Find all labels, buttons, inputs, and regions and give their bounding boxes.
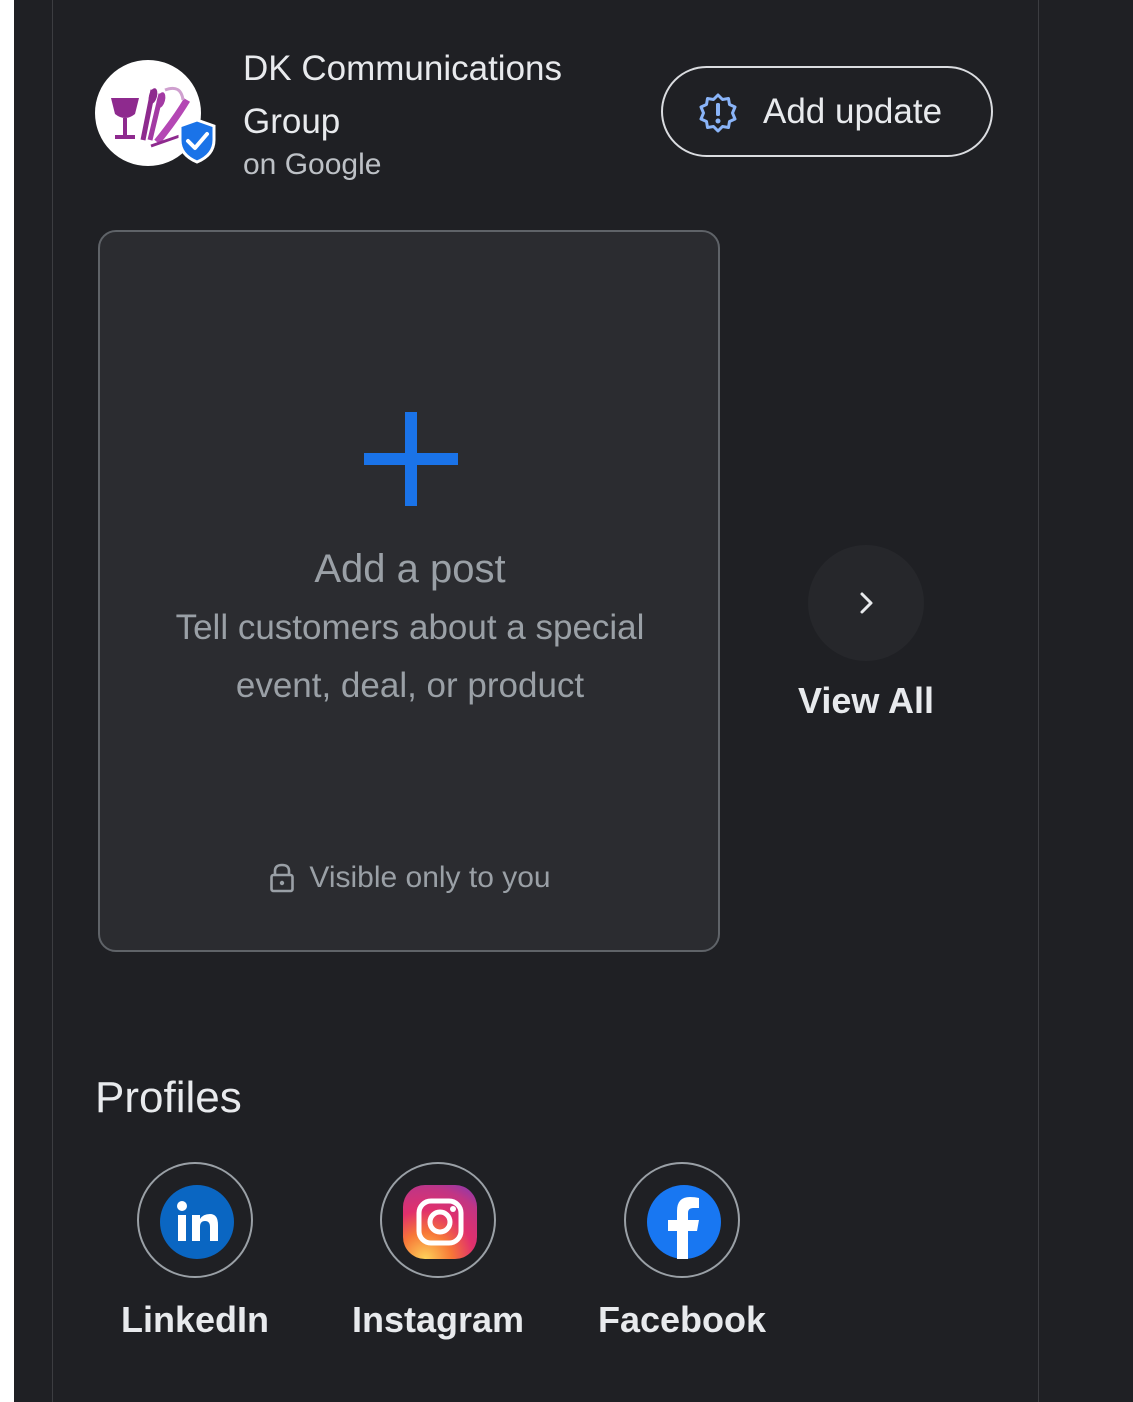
add-update-button[interactable]: Add update [661,66,993,157]
chevron-right-icon [860,592,873,614]
profile-label: LinkedIn [120,1299,269,1340]
profile-facebook[interactable]: Facebook [567,1162,797,1352]
profiles-heading: Profiles [95,1073,242,1122]
business-name: DK Communications Group [243,49,562,141]
add-post-title: Add a post [314,547,506,591]
business-avatar[interactable] [95,60,220,168]
lock-icon [269,862,295,894]
view-all-button[interactable] [808,545,924,661]
panel-divider-left [52,0,53,1402]
view-all-label[interactable]: View All [770,676,962,726]
alert-badge-icon [697,92,739,134]
panel-divider-right [1038,0,1039,1402]
page: DK Communications Group on Google Add up… [0,0,1133,1402]
linkedin-icon [160,1185,234,1259]
profile-instagram[interactable]: Instagram [323,1162,553,1352]
add-update-label: Add update [763,92,943,131]
profile-linkedin[interactable]: LinkedIn [80,1162,310,1352]
instagram-icon [403,1185,477,1259]
plus-icon [364,412,458,506]
visibility-note: Visible only to you [100,856,720,900]
profile-ring [624,1162,740,1278]
profile-ring [137,1162,253,1278]
profile-ring [380,1162,496,1278]
profile-label: Facebook [597,1299,767,1340]
add-post-card[interactable]: Add a post Tell customers about a specia… [98,230,720,952]
profile-label: Instagram [351,1299,525,1340]
add-post-description: Tell customers about a special event, de… [175,608,645,705]
window-edge [0,0,14,1402]
verified-shield-icon [177,118,217,164]
business-subtitle: on Google [243,148,382,181]
visibility-text: Visible only to you [309,861,551,894]
facebook-icon [647,1185,721,1259]
